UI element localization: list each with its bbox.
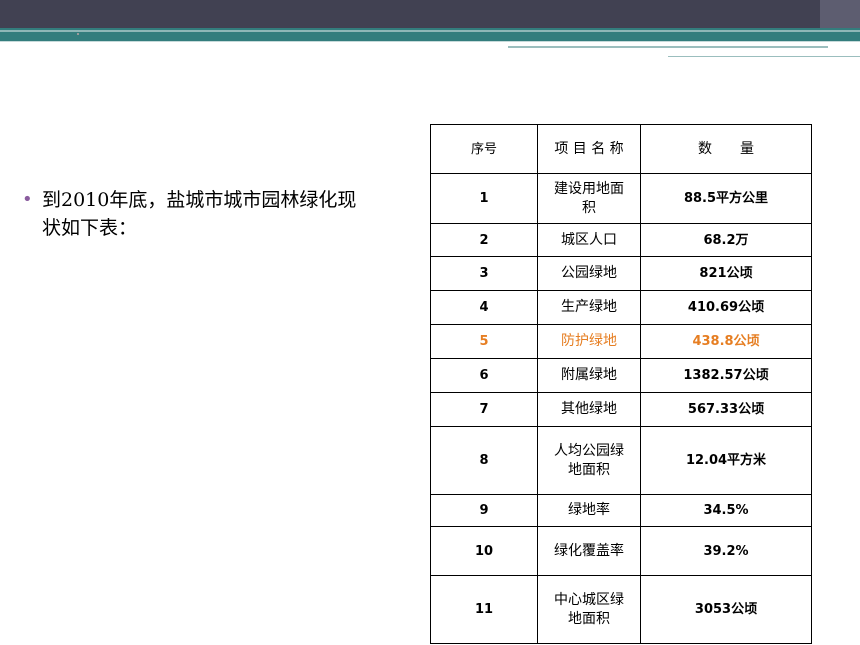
table-row: 4 生产绿地 410.69公顷 <box>430 290 812 325</box>
bullet-item: • 到2010年底，盐城市城市园林绿化现状如下表： <box>22 186 382 242</box>
row-name-cell: 人均公园绿地面积 <box>537 426 641 495</box>
row-index: 11 <box>430 575 538 644</box>
row-value: 12.04平方米 <box>640 426 812 495</box>
row-index: 6 <box>430 358 538 393</box>
row-value: 821公顷 <box>640 256 812 291</box>
table-header-row: 序号 项 目 名 称 数 量 <box>430 124 812 174</box>
row-name: 人均公园绿地面积 <box>554 442 624 478</box>
row-name-cell: 公园绿地 <box>537 256 641 291</box>
header-dot <box>77 33 79 35</box>
row-value: 567.33公顷 <box>640 392 812 427</box>
row-name-cell: 建设用地面积 <box>537 173 641 224</box>
row-name-cell: 绿化覆盖率 <box>537 526 641 576</box>
header-rule <box>508 46 828 48</box>
row-value: 34.5% <box>640 494 812 527</box>
row-name-cell: 防护绿地 <box>537 324 641 359</box>
row-name-cell: 附属绿地 <box>537 358 641 393</box>
row-name: 附属绿地 <box>561 367 617 383</box>
row-index: 5 <box>430 324 538 359</box>
row-name: 防护绿地 <box>561 333 617 349</box>
row-name-cell: 生产绿地 <box>537 290 641 325</box>
row-index: 9 <box>430 494 538 527</box>
row-value: 438.8公顷 <box>640 324 812 359</box>
table-row: 10 绿化覆盖率 39.2% <box>430 526 812 576</box>
table-row: 11 中心城区绿地面积 3053公顷 <box>430 575 812 644</box>
row-index: 7 <box>430 392 538 427</box>
greening-table: 序号 项 目 名 称 数 量 1 建设用地面积 88.5平方公里 2 城区人口 68.2万… <box>430 124 812 644</box>
table-row: 6 附属绿地 1382.57公顷 <box>430 358 812 393</box>
row-name: 绿化覆盖率 <box>554 542 624 559</box>
row-name-cell: 绿地率 <box>537 494 641 527</box>
header-name-text: 项 目 名 称 <box>554 140 624 157</box>
row-value: 68.2万 <box>640 223 812 257</box>
row-value: 88.5平方公里 <box>640 173 812 224</box>
table-row: 8 人均公园绿地面积 12.04平方米 <box>430 426 812 495</box>
row-name: 中心城区绿地面积 <box>554 591 624 627</box>
row-name: 其他绿地 <box>561 401 617 417</box>
row-value: 1382.57公顷 <box>640 358 812 393</box>
header-accent <box>820 0 860 28</box>
header-value: 数 量 <box>640 124 812 174</box>
table-row: 7 其他绿地 567.33公顷 <box>430 392 812 427</box>
table-row: 5 防护绿地 438.8公顷 <box>430 324 812 359</box>
row-name: 公园绿地 <box>561 265 617 281</box>
row-index: 10 <box>430 526 538 576</box>
row-index: 8 <box>430 426 538 495</box>
row-name: 生产绿地 <box>561 299 617 315</box>
row-name-cell: 其他绿地 <box>537 392 641 427</box>
row-name-cell: 城区人口 <box>537 223 641 257</box>
row-value: 39.2% <box>640 526 812 576</box>
row-value: 3053公顷 <box>640 575 812 644</box>
header-divider <box>0 41 860 42</box>
table-row: 2 城区人口 68.2万 <box>430 223 812 257</box>
bullet-text: 到2010年底，盐城市城市园林绿化现状如下表： <box>42 189 357 239</box>
row-index: 1 <box>430 173 538 224</box>
row-value: 410.69公顷 <box>640 290 812 325</box>
header-name: 项 目 名 称 <box>537 124 641 174</box>
row-name: 城区人口 <box>561 231 617 248</box>
table-row: 3 公园绿地 821公顷 <box>430 256 812 291</box>
row-name-cell: 中心城区绿地面积 <box>537 575 641 644</box>
row-index: 2 <box>430 223 538 257</box>
row-name: 绿地率 <box>568 502 610 518</box>
bullet-dot-icon: • <box>22 189 33 210</box>
header-rule-thin <box>668 56 860 57</box>
header-bar <box>0 0 860 28</box>
header-index: 序号 <box>430 124 538 174</box>
row-index: 3 <box>430 256 538 291</box>
table-row: 9 绿地率 34.5% <box>430 494 812 527</box>
header-teal-highlight <box>0 30 860 32</box>
table-row: 1 建设用地面积 88.5平方公里 <box>430 173 812 224</box>
row-index: 4 <box>430 290 538 325</box>
row-name: 建设用地面积 <box>554 180 624 216</box>
